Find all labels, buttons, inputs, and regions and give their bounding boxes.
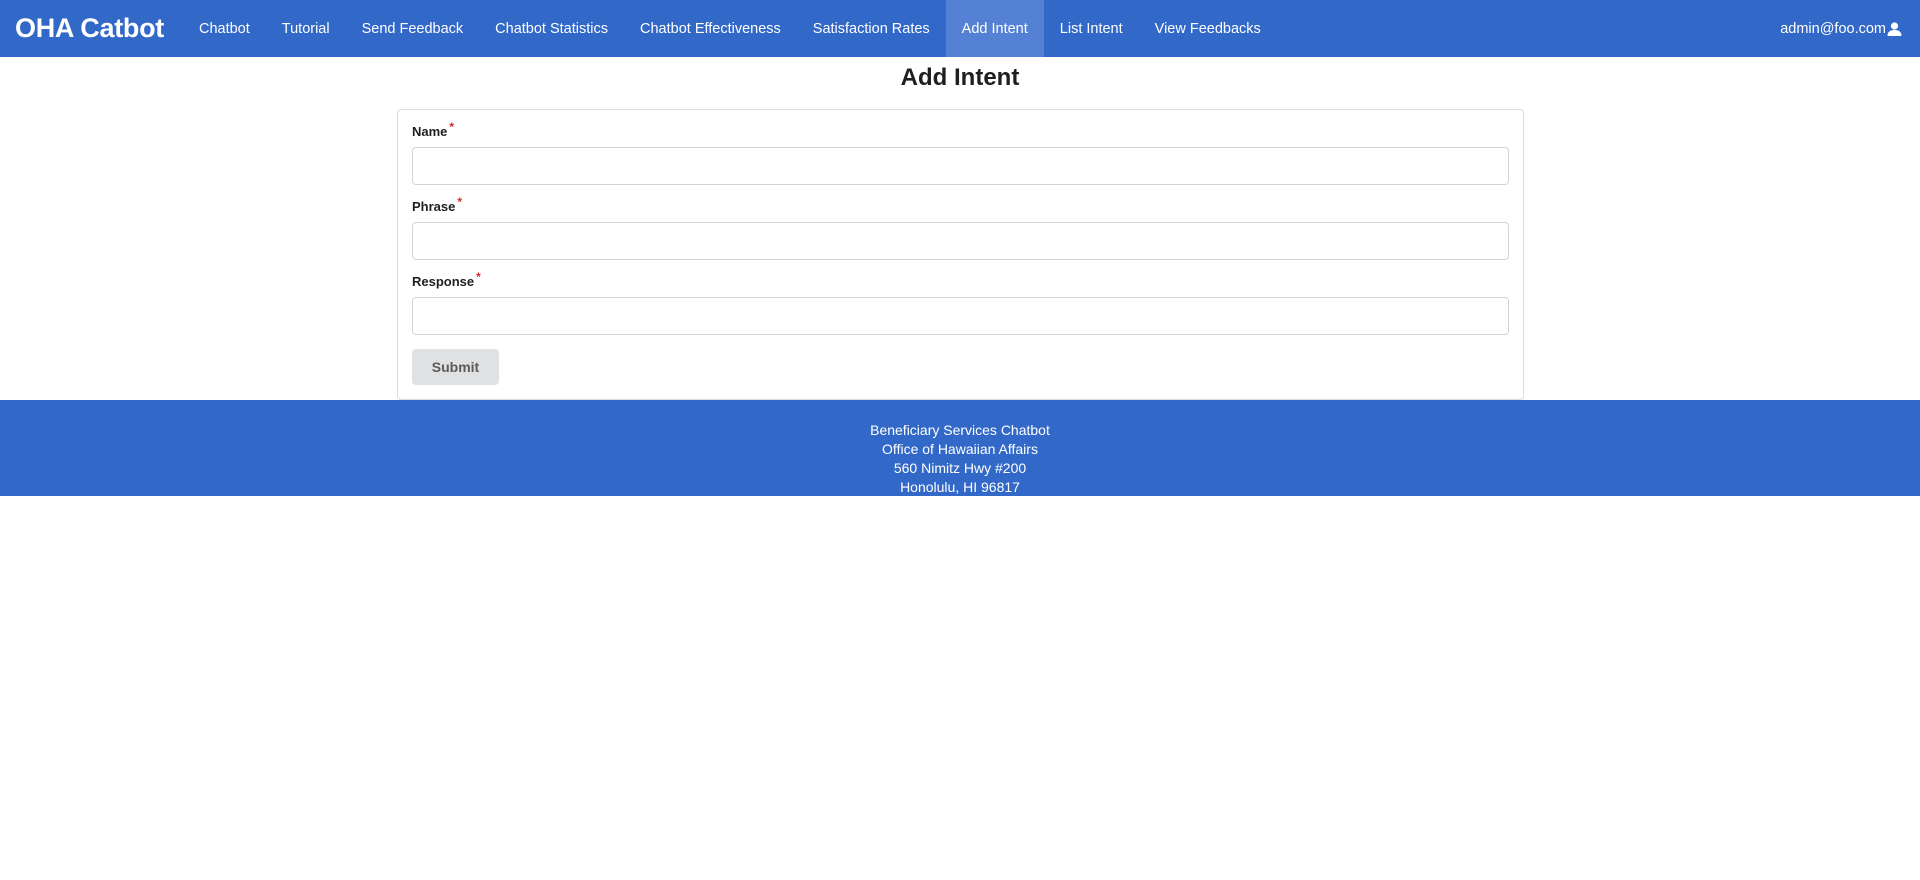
nav-item-send-feedback[interactable]: Send Feedback bbox=[346, 0, 480, 57]
phrase-label: Phrase * bbox=[412, 195, 462, 214]
nav-item-add-intent[interactable]: Add Intent bbox=[945, 0, 1044, 57]
nav-item-satisfaction-rates[interactable]: Satisfaction Rates bbox=[797, 0, 946, 57]
nav-item-view-feedbacks[interactable]: View Feedbacks bbox=[1139, 0, 1277, 57]
top-navbar: OHA Catbot Chatbot Tutorial Send Feedbac… bbox=[0, 0, 1920, 57]
response-label: Response * bbox=[412, 270, 481, 289]
add-intent-form: Name * Phrase * Response * Submit bbox=[397, 109, 1524, 400]
name-input[interactable] bbox=[412, 147, 1509, 185]
phrase-label-text: Phrase bbox=[412, 199, 456, 214]
user-icon bbox=[1887, 21, 1902, 36]
nav-item-chatbot[interactable]: Chatbot bbox=[183, 0, 266, 57]
required-marker: * bbox=[457, 195, 463, 209]
response-input[interactable] bbox=[412, 297, 1509, 335]
response-label-text: Response bbox=[412, 274, 475, 289]
nav-item-tutorial[interactable]: Tutorial bbox=[266, 0, 346, 57]
nav-menu: Chatbot Tutorial Send Feedback Chatbot S… bbox=[183, 0, 1277, 57]
brand-logo[interactable]: OHA Catbot bbox=[0, 0, 183, 57]
footer-line-organization: Office of Hawaiian Affairs bbox=[882, 441, 1038, 457]
user-menu[interactable]: admin@foo.com bbox=[1780, 0, 1920, 57]
submit-button[interactable]: Submit bbox=[412, 349, 499, 385]
footer-line-city: Honolulu, HI 96817 bbox=[900, 479, 1020, 495]
footer-line-street: 560 Nimitz Hwy #200 bbox=[893, 460, 1027, 476]
required-marker: * bbox=[476, 270, 481, 284]
required-marker: * bbox=[449, 120, 455, 134]
nav-item-list-intent[interactable]: List Intent bbox=[1044, 0, 1139, 57]
name-label: Name * bbox=[412, 120, 454, 139]
footer-line-app-name: Beneficiary Services Chatbot bbox=[870, 422, 1050, 438]
page-title: Add Intent bbox=[900, 64, 1020, 91]
name-label-text: Name bbox=[412, 124, 448, 139]
nav-item-chatbot-statistics[interactable]: Chatbot Statistics bbox=[479, 0, 624, 57]
footer: Beneficiary Services Chatbot Office of H… bbox=[0, 400, 1920, 496]
nav-item-chatbot-effectiveness[interactable]: Chatbot Effectiveness bbox=[624, 0, 797, 57]
user-email: admin@foo.com bbox=[1780, 20, 1886, 37]
phrase-input[interactable] bbox=[412, 222, 1509, 260]
